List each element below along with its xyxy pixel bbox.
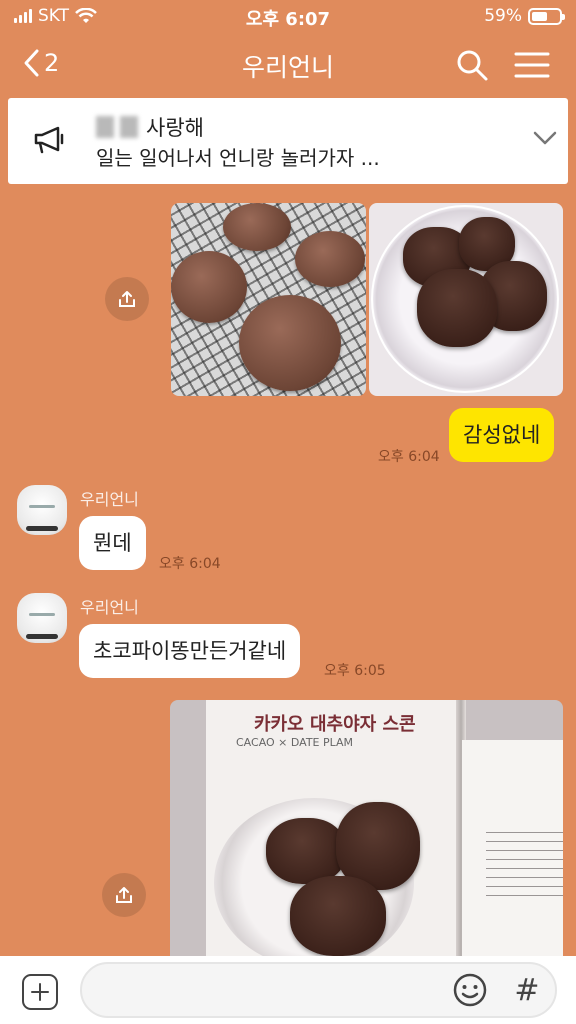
sender-name: 우리언니 xyxy=(80,490,139,509)
message-time: 오후 6:05 xyxy=(324,663,386,679)
notice-banner[interactable]: 사랑해 일는 일어나서 언니랑 놀러가자 ... xyxy=(8,98,568,184)
message-time: 오후 6:04 xyxy=(159,556,221,572)
notice-sender: 사랑해 xyxy=(96,112,204,142)
my-message-bubble[interactable]: 감성없네 xyxy=(449,408,555,462)
notice-text: 일는 일어나서 언니랑 놀러가자 ... xyxy=(96,146,380,170)
status-right: 59% xyxy=(484,6,565,26)
blurred-name xyxy=(96,116,138,138)
emoji-icon[interactable] xyxy=(452,972,488,1008)
unread-count: 2 xyxy=(44,49,60,77)
photo-plate[interactable] xyxy=(369,203,563,396)
text-lines xyxy=(486,832,563,904)
photo-cooling-rack[interactable] xyxy=(171,203,366,396)
chevron-down-icon[interactable] xyxy=(532,128,558,148)
sender-name: 우리언니 xyxy=(80,598,139,617)
cookie xyxy=(417,269,497,347)
share-icon xyxy=(116,887,132,903)
photo-cookbook[interactable]: 카카오 대추야자 스콘 CACAO × DATE PLAM xyxy=(170,700,563,956)
battery-percent: 59% xyxy=(484,6,522,26)
plus-button[interactable] xyxy=(22,974,58,1010)
avatar[interactable] xyxy=(17,593,67,643)
notice-sender-label: 사랑해 xyxy=(146,116,204,140)
other-message-bubble[interactable]: 뭔데 xyxy=(79,516,146,570)
message-time: 오후 6:04 xyxy=(378,449,440,465)
cookie xyxy=(295,231,365,287)
menu-icon[interactable] xyxy=(514,50,550,80)
share-button[interactable] xyxy=(102,873,146,917)
nav-bar: 2 우리언니 xyxy=(0,34,576,96)
scone xyxy=(266,818,346,884)
back-button[interactable]: 2 xyxy=(22,48,59,78)
book-subtitle: CACAO × DATE PLAM xyxy=(236,736,354,749)
book-title: 카카오 대추야자 스콘 xyxy=(254,714,416,735)
plus-icon xyxy=(31,983,49,1001)
book-page-left: 카카오 대추야자 스콘 CACAO × DATE PLAM xyxy=(206,700,461,956)
share-icon xyxy=(119,291,135,307)
battery-fill xyxy=(532,11,548,21)
share-button[interactable] xyxy=(105,277,149,321)
megaphone-icon xyxy=(34,126,64,154)
scone xyxy=(290,876,386,956)
cookie xyxy=(171,251,247,323)
other-message-bubble[interactable]: 초코파이똥만든거같네 xyxy=(79,624,301,678)
cookie xyxy=(239,295,341,391)
hashtag-button[interactable]: # xyxy=(512,973,542,1008)
battery-icon xyxy=(528,7,565,25)
book-page-right xyxy=(462,740,563,956)
avatar[interactable] xyxy=(17,485,67,535)
status-bar: SKT 오후 6:07 59% xyxy=(0,0,576,34)
input-bar xyxy=(0,956,576,1024)
chevron-left-icon xyxy=(24,49,39,77)
cookie xyxy=(223,203,291,251)
search-icon[interactable] xyxy=(455,48,489,82)
chat-title: 우리언니 xyxy=(241,53,334,82)
